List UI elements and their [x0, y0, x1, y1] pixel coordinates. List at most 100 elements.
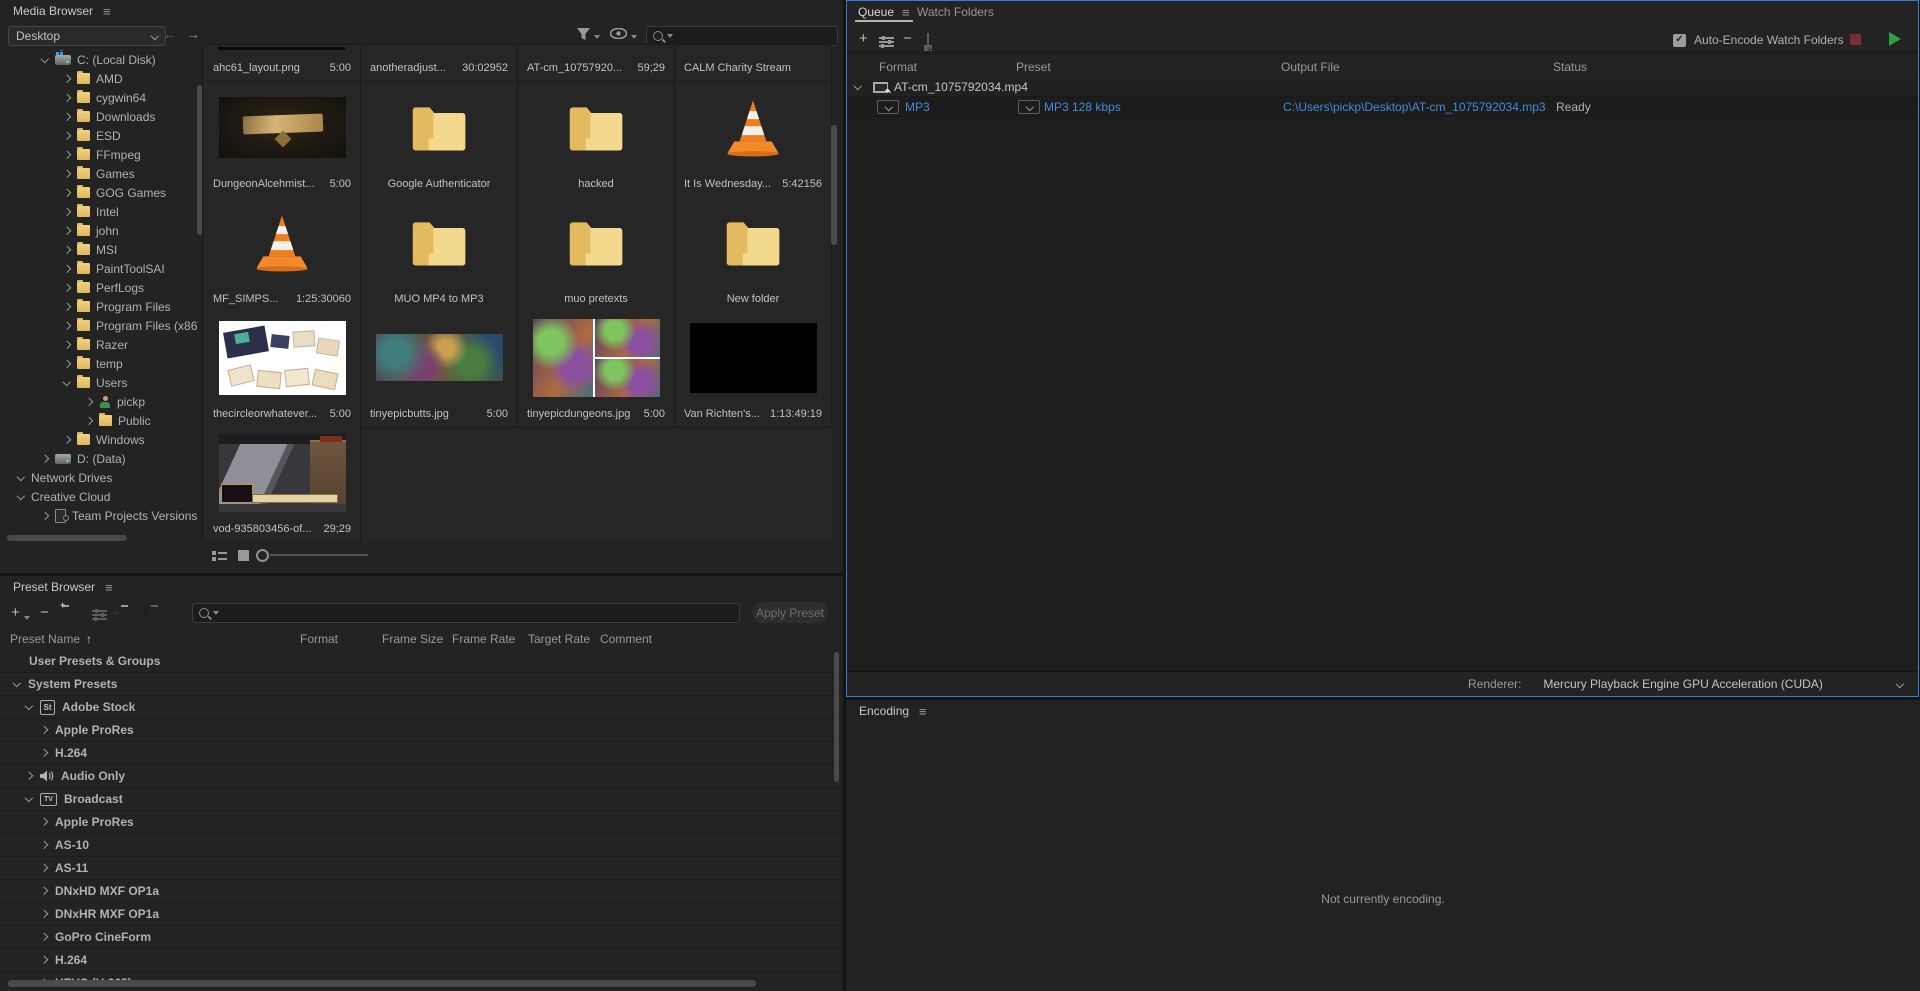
stop-queue-button[interactable] [1850, 34, 1861, 45]
add-preset-button[interactable]: + [11, 604, 20, 622]
preset-group-row[interactable]: AS-10 [0, 834, 843, 857]
chevron-right-icon[interactable] [40, 887, 48, 895]
thumbnail-view-icon[interactable] [238, 550, 249, 561]
chevron-right-icon[interactable] [40, 726, 48, 734]
apply-preset-button[interactable]: Apply Preset [752, 602, 828, 623]
queue-source-row[interactable]: AT-cm_1075792034.mp4 [847, 78, 1918, 97]
view-eye-icon[interactable] [610, 28, 627, 39]
panel-menu-icon[interactable]: ≡ [902, 6, 910, 19]
preset-group-row[interactable]: H.264 [0, 742, 843, 765]
media-search-input[interactable] [646, 26, 838, 46]
tab-watch-folders[interactable]: Watch Folders [917, 1, 994, 23]
preset-group-row[interactable]: DNxHD MXF OP1a [0, 880, 843, 903]
chevron-right-icon[interactable] [85, 398, 93, 406]
tree-item[interactable]: Users [7, 373, 198, 392]
chevron-right-icon[interactable] [40, 910, 48, 918]
preset-vertical-scrollbar[interactable] [834, 652, 839, 782]
preset-group-row[interactable]: GoPro CineForm [0, 926, 843, 949]
tree-item[interactable]: pickp [7, 392, 198, 411]
thumbnail-size-slider-track[interactable] [270, 554, 368, 556]
media-item[interactable]: vod-935803456-of...29;29 [204, 427, 361, 541]
media-item[interactable]: tinyepicdungeons.jpg5:00 [518, 312, 675, 428]
tree-item[interactable]: temp [7, 354, 198, 373]
tree-item[interactable]: ESD [7, 126, 198, 145]
media-item[interactable]: New folder [675, 197, 832, 313]
column-preset-name[interactable]: Preset Name [10, 632, 80, 646]
tree-item[interactable]: MSI [7, 240, 198, 259]
chevron-down-icon[interactable] [1896, 681, 1904, 689]
media-item[interactable]: anotheradjust...30:02952 [361, 45, 518, 82]
chevron-right-icon[interactable] [63, 170, 71, 178]
tree-item[interactable]: AMD [7, 69, 198, 88]
tree-item[interactable]: cygwin64 [7, 88, 198, 107]
tree-item[interactable]: Razer [7, 335, 198, 354]
chevron-right-icon[interactable] [63, 436, 71, 444]
chevron-right-icon[interactable] [63, 284, 71, 292]
chevron-right-icon[interactable] [85, 417, 93, 425]
column-format[interactable]: Format [300, 632, 338, 646]
chevron-right-icon[interactable] [63, 322, 71, 330]
job-format[interactable]: MP3 [905, 100, 930, 114]
chevron-down-icon[interactable] [63, 379, 71, 387]
media-item[interactable]: muo pretexts [518, 197, 675, 313]
grid-vertical-scrollbar[interactable] [831, 125, 837, 245]
column-frame-rate[interactable]: Frame Rate [452, 632, 515, 646]
media-item[interactable]: Google Authenticator [361, 82, 518, 198]
preset-dropdown[interactable] [1018, 100, 1040, 114]
column-frame-size[interactable]: Frame Size [382, 632, 443, 646]
start-queue-button[interactable] [1889, 32, 1901, 46]
chevron-right-icon[interactable] [63, 341, 71, 349]
chevron-right-icon[interactable] [63, 132, 71, 140]
chevron-right-icon[interactable] [63, 303, 71, 311]
back-arrow-button[interactable]: ← [163, 25, 177, 43]
chevron-right-icon[interactable] [40, 818, 48, 826]
media-item[interactable]: Van Richten's...1:13:49:19 [675, 312, 832, 428]
media-item[interactable]: hacked [518, 82, 675, 198]
format-dropdown[interactable] [877, 100, 899, 114]
media-item[interactable]: It Is Wednesday...5:42156 [675, 82, 832, 198]
media-item[interactable]: tinyepicbutts.jpg5:00 [361, 312, 518, 428]
add-preset-caret-icon[interactable] [24, 616, 30, 620]
chevron-right-icon[interactable] [63, 208, 71, 216]
chevron-right-icon[interactable] [63, 75, 71, 83]
panel-menu-icon[interactable]: ≡ [105, 581, 113, 594]
tree-item[interactable]: GOG Games [7, 183, 198, 202]
panel-menu-icon[interactable]: ≡ [919, 705, 927, 718]
view-caret-icon[interactable] [631, 35, 637, 39]
column-target-rate[interactable]: Target Rate [528, 632, 590, 646]
preset-group-row[interactable]: DNxHR MXF OP1a [0, 903, 843, 926]
preset-group-row[interactable]: StAdobe Stock [0, 696, 843, 719]
chevron-right-icon[interactable] [63, 265, 71, 273]
chevron-right-icon[interactable] [40, 933, 48, 941]
chevron-right-icon[interactable] [40, 841, 48, 849]
chevron-right-icon[interactable] [63, 227, 71, 235]
chevron-down-icon[interactable] [25, 795, 33, 803]
chevron-down-icon[interactable] [41, 56, 49, 64]
tree-item[interactable]: Creative Cloud [7, 487, 198, 506]
filter-caret-icon[interactable] [594, 35, 600, 39]
column-comment[interactable]: Comment [600, 632, 652, 646]
chevron-down-icon[interactable] [25, 703, 33, 711]
preset-group-row[interactable]: Audio Only [0, 765, 843, 788]
column-output-file[interactable]: Output File [1281, 60, 1340, 74]
tree-item[interactable]: Windows [7, 430, 198, 449]
media-item[interactable]: MF_SIMPS...1:25:30060 [204, 197, 361, 313]
tree-item[interactable]: Downloads [7, 107, 198, 126]
chevron-right-icon[interactable] [63, 246, 71, 254]
chevron-down-icon[interactable] [17, 493, 25, 501]
chevron-right-icon[interactable] [40, 749, 48, 757]
media-item[interactable]: ahc61_layout.png5:00 [204, 45, 361, 82]
column-format[interactable]: Format [879, 60, 917, 74]
tree-item[interactable]: D: (Data) [7, 449, 198, 468]
tree-item[interactable]: Network Drives [7, 468, 198, 487]
job-preset[interactable]: MP3 128 kbps [1044, 100, 1121, 114]
job-output-path[interactable]: C:\Users\pickp\Desktop\AT-cm_1075792034.… [1283, 100, 1546, 114]
tree-item[interactable]: Program Files (x86) [7, 316, 198, 335]
tree-item[interactable]: PerfLogs [7, 278, 198, 297]
chevron-down-icon[interactable] [13, 680, 21, 688]
remove-source-button[interactable]: − [903, 30, 912, 48]
chevron-right-icon[interactable] [63, 360, 71, 368]
preset-group-row[interactable]: AS-11 [0, 857, 843, 880]
tree-item[interactable]: PaintToolSAI [7, 259, 198, 278]
preset-search-input[interactable] [192, 603, 740, 623]
